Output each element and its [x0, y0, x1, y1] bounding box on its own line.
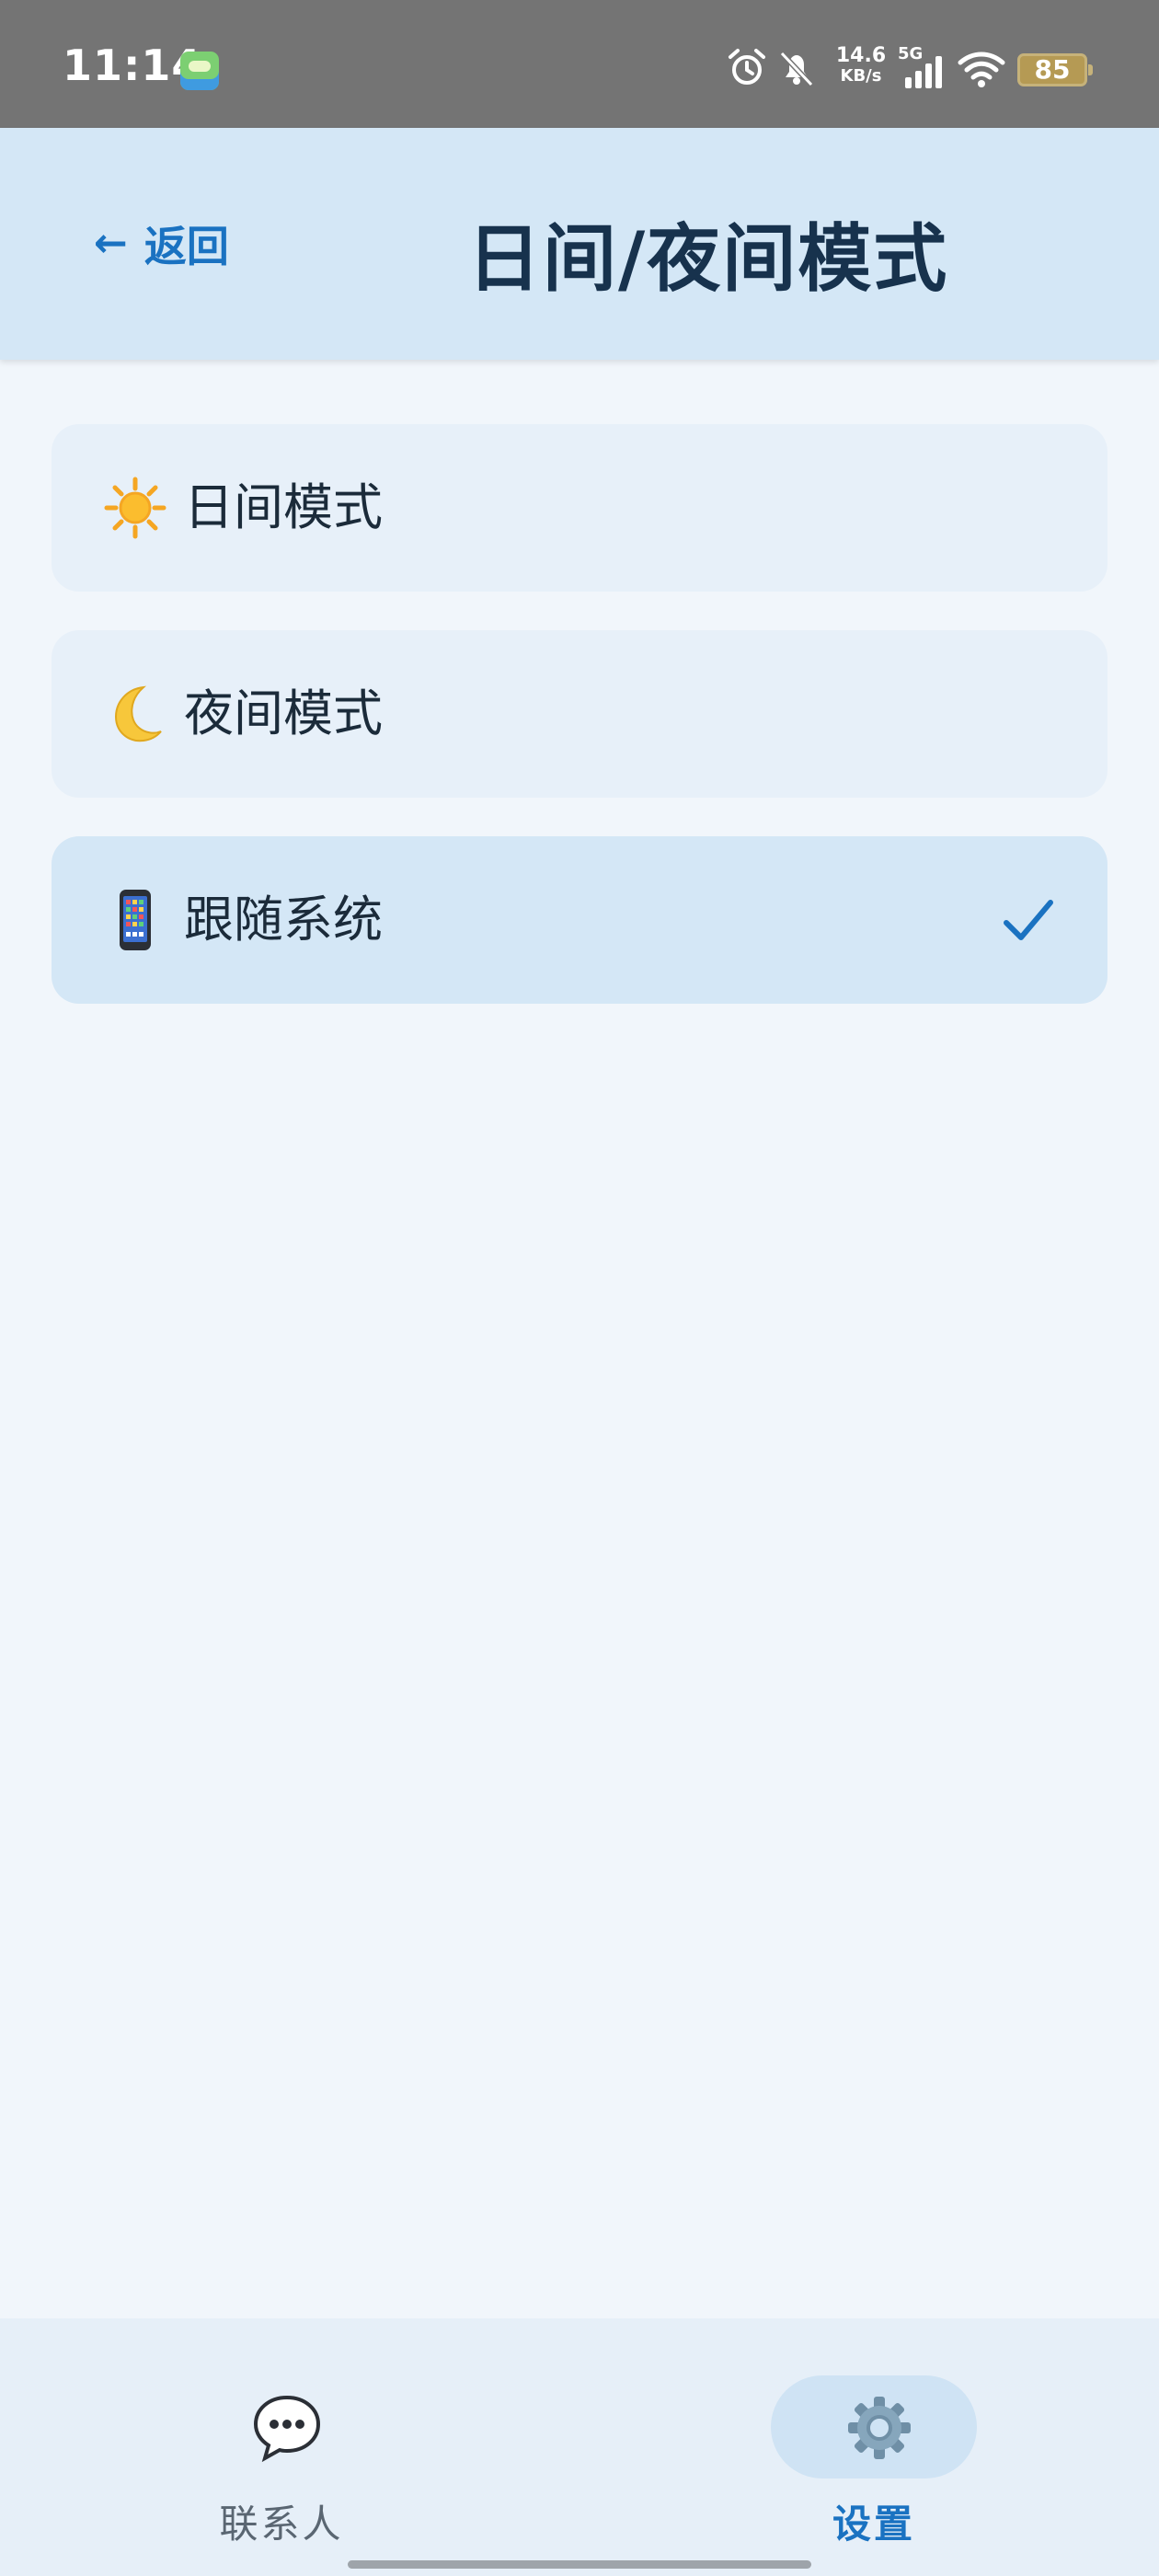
nav-contacts[interactable]: 联系人	[171, 2355, 392, 2547]
theme-option-list: 日间模式 夜间模式 跟随系统	[52, 424, 1107, 1042]
page-title: 日间/夜间模式	[467, 216, 949, 302]
alarm-icon	[729, 49, 765, 85]
back-button[interactable]: ← 返回	[94, 216, 229, 271]
app-header: ← 返回 日间/夜间模式	[0, 128, 1159, 360]
option-follow-system[interactable]: 跟随系统	[52, 836, 1107, 1004]
nav-contacts-icon-container	[178, 2375, 384, 2478]
home-indicator[interactable]	[348, 2560, 811, 2569]
option-label-night: 夜间模式	[184, 684, 383, 742]
nav-settings-label: 设置	[832, 2501, 915, 2547]
option-night-mode[interactable]: 夜间模式	[52, 630, 1107, 798]
nav-settings-icon-container	[771, 2375, 977, 2478]
net-speed: 14.6 KB/s	[833, 46, 889, 86]
net-speed-value: 14.6	[835, 44, 887, 67]
app-icon	[180, 52, 219, 90]
bell-off-icon	[779, 51, 814, 87]
back-label: 返回	[143, 222, 229, 271]
battery-icon: 85	[1017, 53, 1093, 86]
nav-settings[interactable]: 设置	[763, 2355, 984, 2547]
status-bar: 11:14 14.6 KB/s 5G 85	[0, 0, 1159, 128]
nav-contacts-label: 联系人	[219, 2501, 344, 2547]
bottom-nav: 联系人 设置	[0, 2318, 1159, 2576]
option-day-mode[interactable]: 日间模式	[52, 424, 1107, 592]
signal-icon	[905, 56, 942, 88]
gear-icon	[848, 2397, 911, 2459]
check-icon	[1004, 900, 1053, 940]
moon-icon	[114, 685, 162, 742]
option-label-day: 日间模式	[184, 478, 383, 536]
phone-icon	[120, 890, 151, 950]
back-arrow-icon: ←	[94, 220, 128, 267]
sun-icon	[104, 477, 166, 539]
status-icons: 14.6 KB/s 5G 85	[727, 44, 1113, 99]
option-label-follow-system: 跟随系统	[184, 891, 383, 949]
chat-bubble-icon	[253, 2395, 321, 2463]
net-speed-unit: KB/s	[840, 66, 882, 86]
wifi-icon	[958, 52, 1005, 87]
